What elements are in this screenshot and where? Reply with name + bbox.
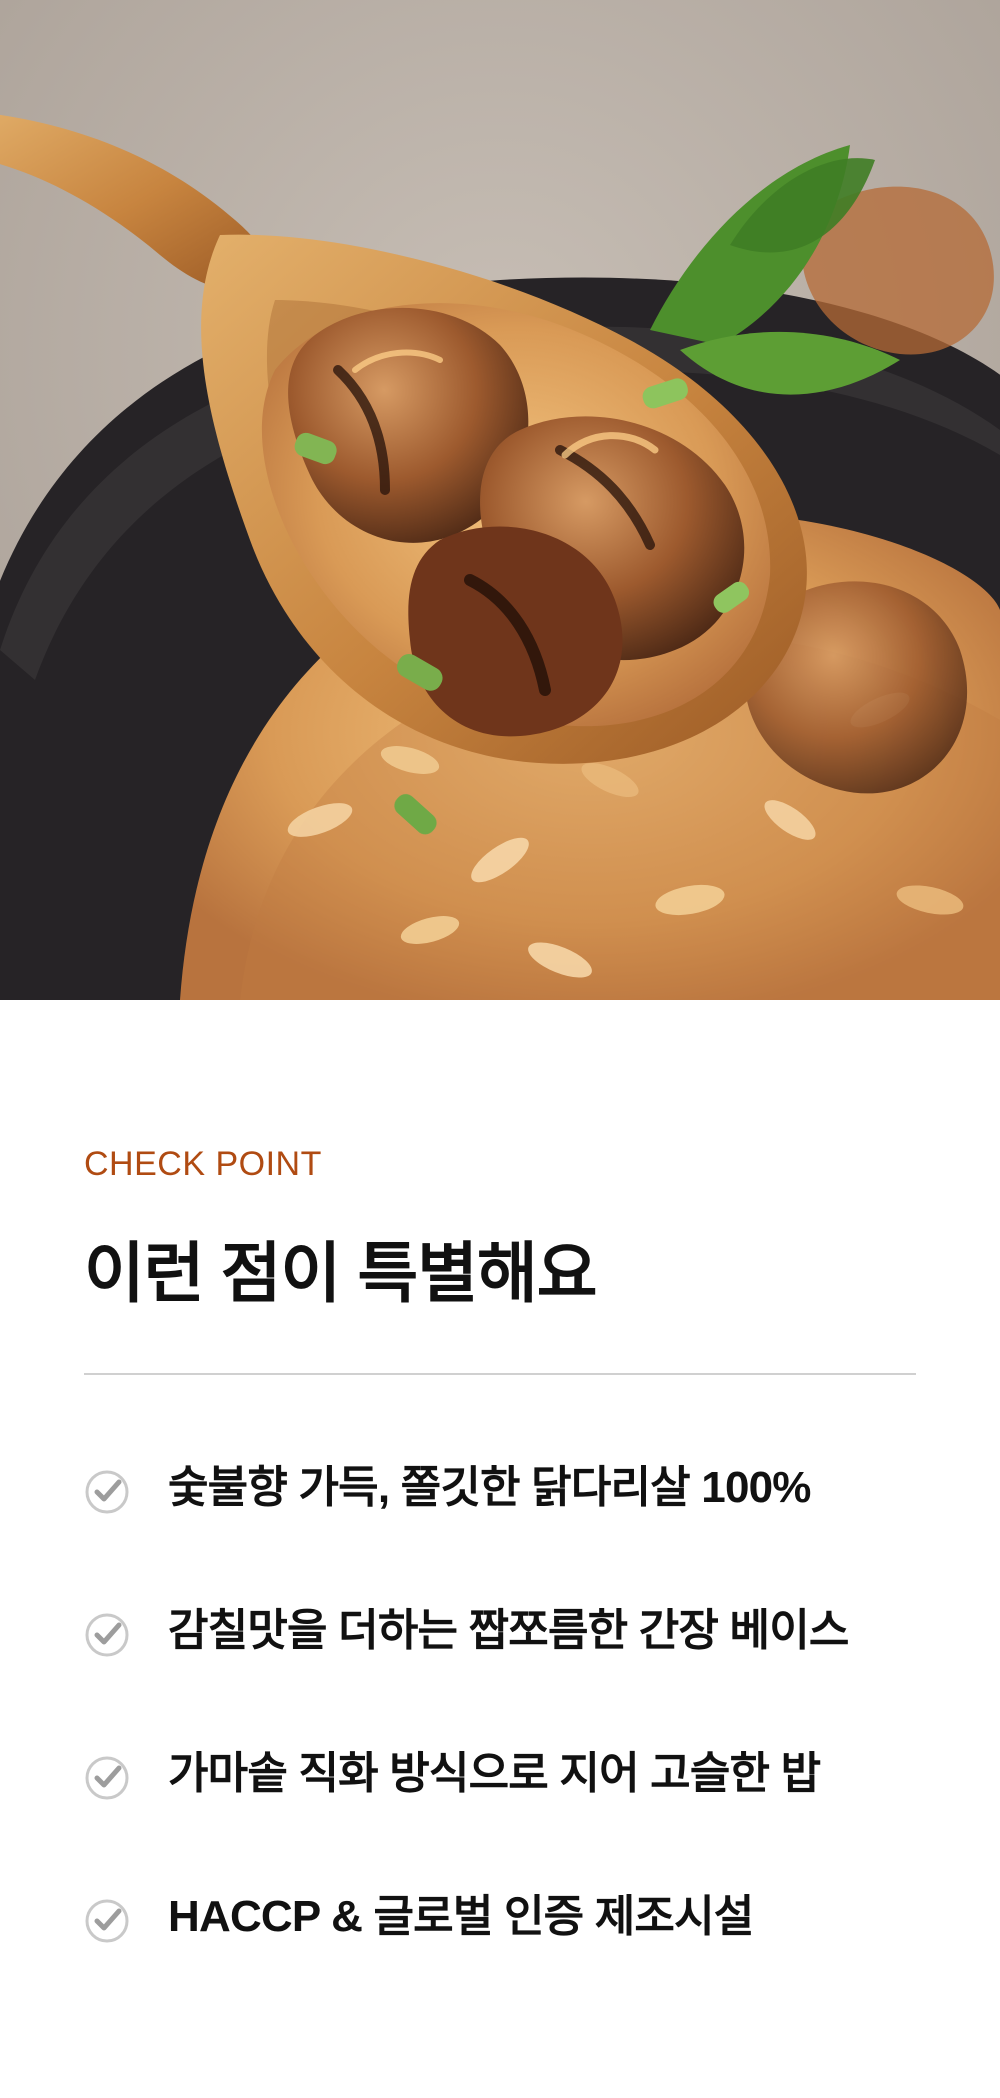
feature-list: 숯불향 가득, 쫄깃한 닭다리살 100% 감칠맛을 더하는 짭쪼름한 간장 베… (84, 1455, 964, 2027)
section-divider (84, 1373, 916, 1375)
check-point-section: CHECK POINT 이런 점이 특별해요 숯불향 가득, 쫄깃한 닭다리살 … (0, 1000, 1000, 2098)
check-icon (84, 1755, 130, 1801)
feature-item: 가마솥 직화 방식으로 지어 고슬한 밥 (84, 1741, 964, 1884)
feature-item: HACCP & 글로벌 인증 제조시설 (84, 1884, 964, 2027)
feature-text: HACCP & 글로벌 인증 제조시설 (168, 1892, 754, 1941)
check-icon (84, 1469, 130, 1515)
check-icon (84, 1898, 130, 1944)
check-icon (84, 1612, 130, 1658)
feature-item: 감칠맛을 더하는 짭쪼름한 간장 베이스 (84, 1598, 964, 1741)
section-eyebrow: CHECK POINT (84, 1145, 322, 1183)
feature-text: 감칠맛을 더하는 짭쪼름한 간장 베이스 (168, 1606, 849, 1655)
feature-text: 숯불향 가득, 쫄깃한 닭다리살 100% (168, 1463, 811, 1512)
feature-text: 가마솥 직화 방식으로 지어 고슬한 밥 (168, 1749, 821, 1798)
food-photo-illustration (0, 0, 1000, 1000)
product-detail-page: CHECK POINT 이런 점이 특별해요 숯불향 가득, 쫄깃한 닭다리살 … (0, 0, 1000, 2098)
feature-item: 숯불향 가득, 쫄깃한 닭다리살 100% (84, 1455, 964, 1598)
hero-food-photo (0, 0, 1000, 1000)
section-title: 이런 점이 특별해요 (84, 1236, 597, 1310)
